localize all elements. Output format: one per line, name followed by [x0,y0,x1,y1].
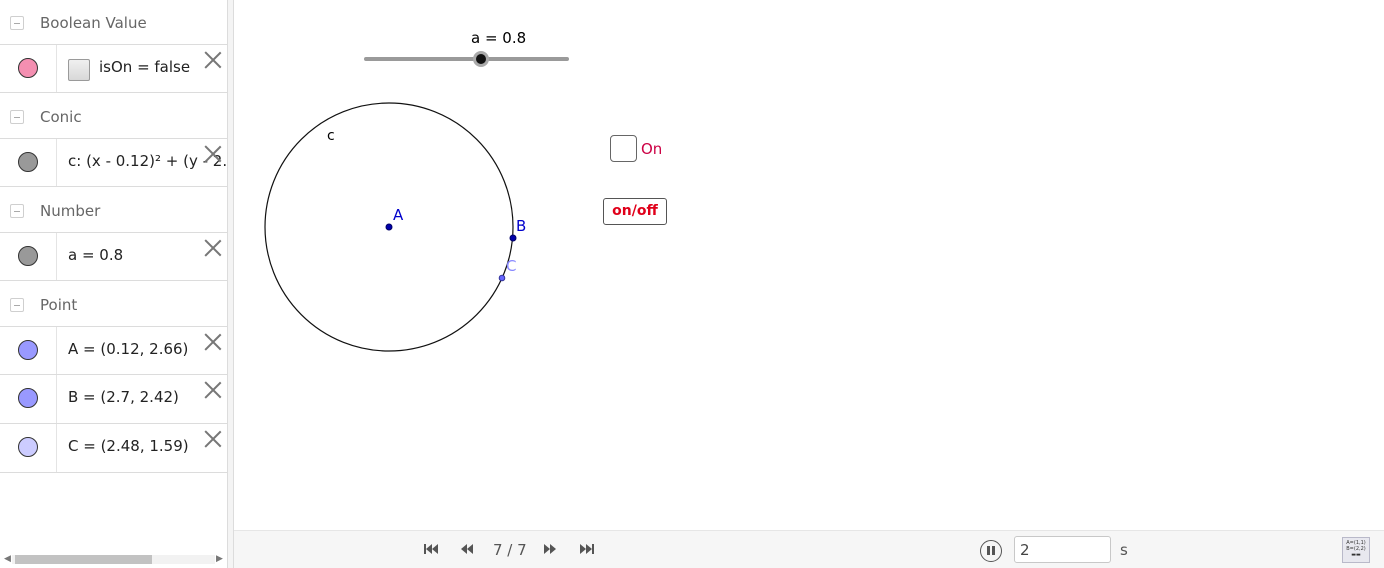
graphics-view[interactable]: c A B C a = 0.8 On on/off [234,0,1384,530]
circle-label: c [327,128,335,144]
group-title: Conic [40,108,82,126]
horizontal-scrollbar[interactable]: ◀ ▶ [0,549,227,568]
delete-icon[interactable] [204,239,222,257]
on-off-button[interactable]: on/off [603,198,667,225]
last-step-icon[interactable] [578,540,596,558]
algebra-row-B[interactable]: B = (2.7, 2.42) [0,375,227,424]
algebra-view: Boolean Value isOn = false Conic c: (x -… [0,0,227,568]
group-title: Point [40,296,78,314]
speed-unit: s [1120,541,1128,559]
point-B-label: B [516,217,526,235]
algebra-expression[interactable]: C = (2.48, 1.59) [68,437,189,455]
visibility-marble[interactable] [18,152,38,172]
collapse-icon[interactable] [10,110,24,124]
scroll-left-icon[interactable]: ◀ [4,554,11,564]
algebra-row-a[interactable]: a = 0.8 [0,232,227,281]
algebra-expression[interactable]: A = (0.12, 2.66) [68,340,188,358]
visibility-marble[interactable] [18,340,38,360]
step-indicator: 7 / 7 [493,541,527,559]
visibility-marble[interactable] [18,58,38,78]
delete-icon[interactable] [204,145,222,163]
collapse-icon[interactable] [10,16,24,30]
group-title: Boolean Value [40,14,147,32]
collapse-icon[interactable] [10,298,24,312]
group-number: Number [0,188,227,234]
next-step-icon[interactable] [541,540,559,558]
delete-icon[interactable] [204,430,222,448]
slider-a-knob[interactable] [473,51,489,67]
algebra-row-c[interactable]: c: (x - 0.12)² + (y - 2.66)² = 6.67 [0,138,227,187]
scroll-right-icon[interactable]: ▶ [216,554,223,564]
algebra-row-C[interactable]: C = (2.48, 1.59) [0,424,227,473]
delete-icon[interactable] [204,333,222,351]
algebra-row-A[interactable]: A = (0.12, 2.66) [0,326,227,375]
first-step-icon[interactable] [422,540,440,558]
animation-bar: 7 / 7 s A=(1,1)B=(2,2)▬▬ [234,530,1384,568]
on-checkbox-label[interactable]: On [641,140,662,158]
on-checkbox[interactable] [610,135,637,162]
point-C-label: C [506,257,516,275]
isOn-checkbox[interactable] [68,59,90,81]
group-conic: Conic [0,94,227,140]
view-divider[interactable] [227,0,234,568]
algebra-row-isOn[interactable]: isOn = false [0,44,227,93]
algebra-expression[interactable]: isOn = false [99,58,190,76]
slider-label: a = 0.8 [471,29,527,47]
algebra-toggle-icon[interactable]: A=(1,1) B=(2,2) ▬▬ [1342,537,1370,563]
visibility-marble[interactable] [18,388,38,408]
visibility-marble[interactable] [18,437,38,457]
collapse-icon[interactable] [10,204,24,218]
visibility-marble[interactable] [18,246,38,266]
delete-icon[interactable] [204,381,222,399]
point-B[interactable] [509,234,517,242]
animation-speed-input[interactable] [1014,536,1111,563]
geometry-canvas[interactable]: c A B C [234,0,1384,530]
point-A[interactable] [385,223,393,231]
scrollbar-thumb[interactable] [15,555,152,564]
pause-icon[interactable] [980,540,1002,562]
algebra-expression[interactable]: B = (2.7, 2.42) [68,388,179,406]
group-boolean-value: Boolean Value [0,0,227,46]
algebra-expression[interactable]: a = 0.8 [68,246,123,264]
previous-step-icon[interactable] [458,540,476,558]
delete-icon[interactable] [204,51,222,69]
group-title: Number [40,202,101,220]
slider-a-track[interactable] [364,57,569,61]
group-point: Point [0,282,227,328]
point-A-label: A [393,206,404,224]
point-C[interactable] [498,274,506,282]
